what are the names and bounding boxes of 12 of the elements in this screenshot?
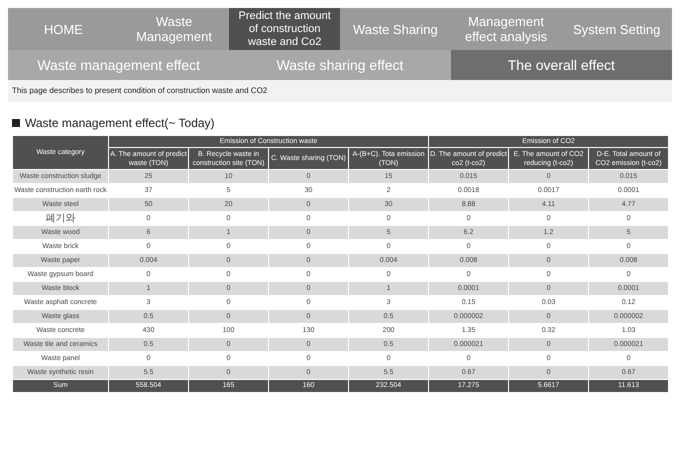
nav-tab[interactable]: Predict the amount of construction waste and Co2	[229, 8, 340, 50]
sub-tab[interactable]: The overall effect	[450, 50, 672, 80]
nav-tab[interactable]: Waste Sharing	[340, 8, 451, 50]
nav-tab[interactable]: HOME	[8, 8, 119, 50]
nav-tab[interactable]: Management effect analysis	[450, 8, 562, 50]
nav-tab[interactable]: Waste Management	[118, 8, 230, 50]
section-title: Waste management effect(~ Today)	[25, 115, 215, 132]
bullet-icon	[12, 119, 20, 127]
nav-tab[interactable]: System Setting	[561, 8, 672, 50]
page-description: This page describes to present condition of construction waste and CO2	[12, 85, 268, 97]
sub-tab[interactable]: Waste sharing effect	[229, 50, 451, 80]
sub-tab[interactable]: Waste management effect	[8, 50, 230, 80]
